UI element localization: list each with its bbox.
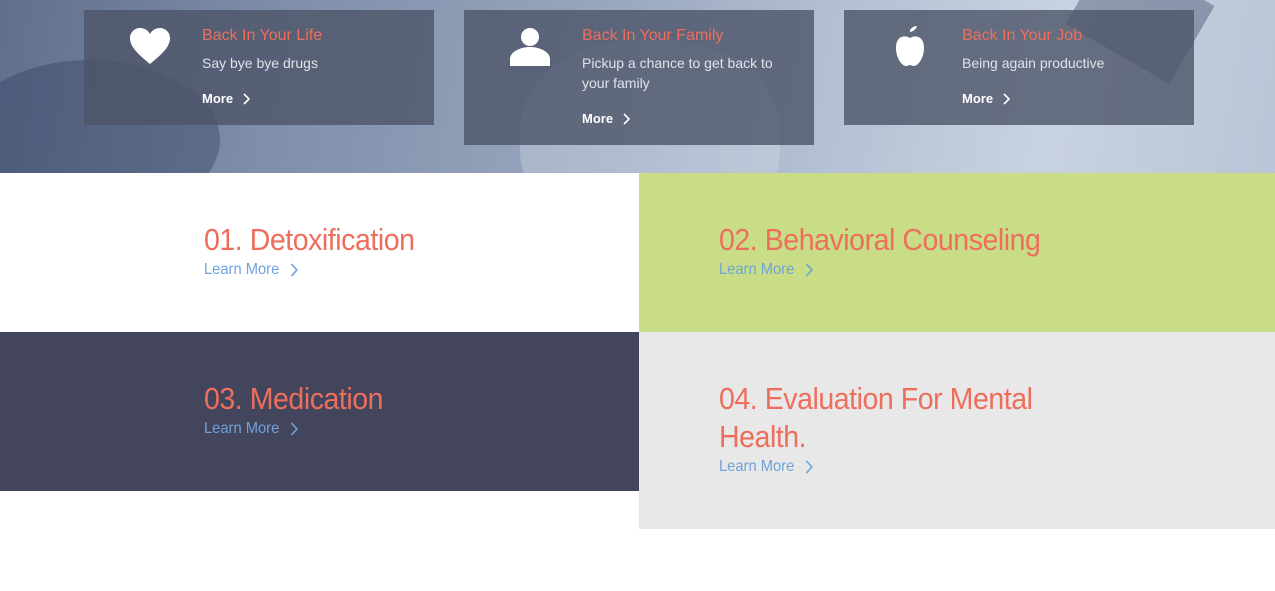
feature-card-job: Back In Your Job Being again productive … [844, 10, 1194, 125]
chevron-right-icon [290, 422, 298, 436]
learn-more-label: Learn More [719, 261, 795, 278]
service-title: 03. Medication [204, 381, 384, 416]
chevron-right-icon [805, 263, 813, 277]
feature-title: Back In Your Job [962, 27, 1083, 44]
learn-more-link[interactable]: Learn More [719, 458, 814, 476]
learn-more-label: Learn More [204, 261, 280, 278]
person-icon [508, 26, 552, 68]
feature-title: Back In Your Family [582, 27, 724, 44]
service-panel-evaluation: 04. Evaluation For Mental Health. Learn … [639, 332, 1275, 529]
learn-more-link[interactable]: Learn More [204, 261, 299, 279]
service-title: 04. Evaluation For Mental Health. [719, 381, 1033, 454]
feature-title: Back In Your Life [202, 27, 323, 44]
more-link-life[interactable]: More [202, 91, 251, 106]
heart-icon [128, 26, 172, 68]
more-label: More [202, 91, 234, 106]
more-link-job[interactable]: More [962, 91, 1011, 106]
learn-more-label: Learn More [204, 420, 280, 437]
chevron-right-icon [243, 92, 251, 105]
more-label: More [582, 111, 614, 126]
service-panel-counseling: 02. Behavioral Counseling Learn More [639, 173, 1275, 332]
feature-description: Pickup a chance to get back to your fami… [582, 55, 773, 91]
chevron-right-icon [623, 112, 631, 125]
learn-more-link[interactable]: Learn More [204, 420, 299, 438]
chevron-right-icon [290, 263, 298, 277]
service-title: 01. Detoxification [204, 222, 415, 257]
chevron-right-icon [1003, 92, 1011, 105]
service-panel-detox: 01. Detoxification Learn More [0, 173, 639, 332]
learn-more-link[interactable]: Learn More [719, 261, 814, 279]
feature-card-life: Back In Your Life Say bye bye drugs More [84, 10, 434, 125]
apple-icon [888, 26, 932, 68]
service-title: 02. Behavioral Counseling [719, 222, 1041, 257]
learn-more-label: Learn More [719, 458, 795, 475]
feature-description: Being again productive [962, 55, 1105, 71]
more-link-family[interactable]: More [582, 111, 631, 126]
chevron-right-icon [805, 460, 813, 474]
feature-description: Say bye bye drugs [202, 55, 318, 71]
more-label: More [962, 91, 994, 106]
service-panel-medication: 03. Medication Learn More [0, 332, 639, 491]
feature-card-family: Back In Your Family Pickup a chance to g… [464, 10, 814, 145]
hero-background: Back In Your Life Say bye bye drugs More… [0, 0, 1275, 173]
